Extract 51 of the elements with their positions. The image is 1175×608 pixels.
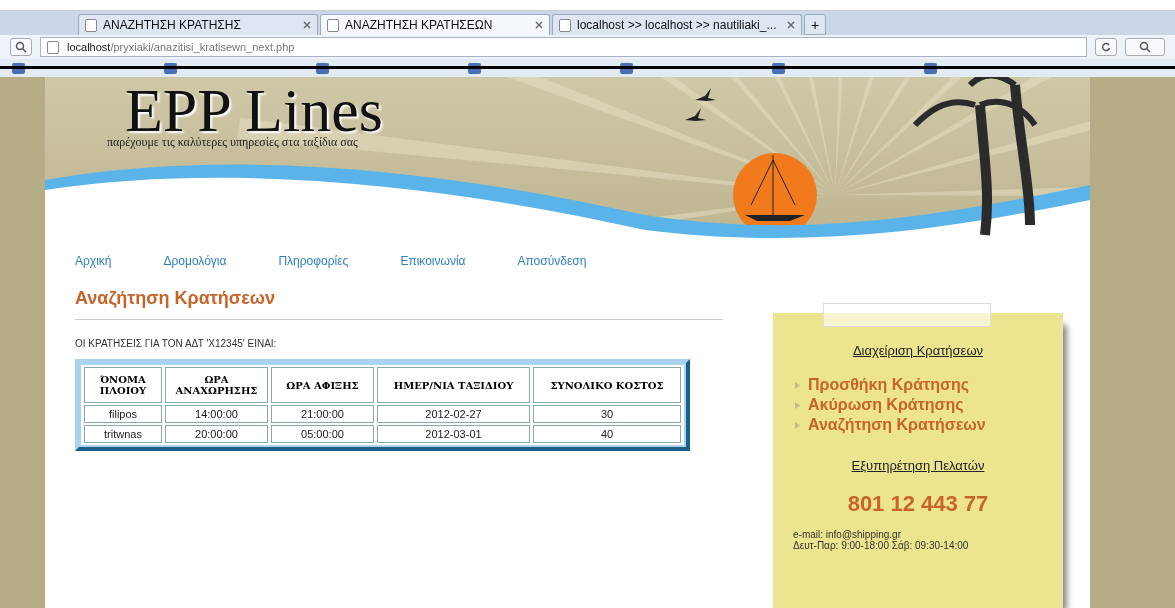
close-icon[interactable] [535,21,543,29]
table-cell: filipos [84,405,162,423]
table-cell: 21:00:00 [271,405,374,423]
hours-text: Δευτ-Παρ: 9:00-18:00 Σάβ: 09:30-14:00 [792,540,969,551]
support-heading: Εξυπηρέτηση Πελατών [851,458,985,473]
browser-tab[interactable]: ΑΝΑΖΗΤΗΣΗ ΚΡΑΤΗΣΗΣ [78,14,318,35]
search-engine-button[interactable] [1125,38,1165,56]
browser-tab[interactable]: localhost >> localhost >> nautiliaki_... [552,14,802,35]
nav-link[interactable]: Επικοινωνία [400,254,466,269]
page-title: Αναζήτηση Κρατήσεων [75,288,723,320]
bullet-icon [795,401,800,409]
table-cell: 40 [533,425,681,443]
search-icon [15,41,27,53]
table-cell: 2012-02-27 [377,405,530,423]
sidebar-link[interactable]: Αναζήτηση Κρατήσεων [808,416,986,434]
table-cell: 30 [533,405,681,423]
close-icon[interactable] [787,21,795,29]
address-field[interactable]: localhost/pryxiaki/anazitisi_kratisewn_next.php [40,37,1087,57]
nav-link[interactable]: Πληροφορίες [278,254,349,269]
search-icon [1139,41,1151,53]
results-intro: ΟΙ ΚΡΑΤΗΣΕΙΣ ΓΙΑ ΤΟΝ ΑΔΤ 'Χ12345' ΕΙΝΑΙ: [75,338,278,349]
page-icon [85,18,97,32]
bullet-icon [795,381,800,389]
table-cell: 14:00:00 [165,405,268,423]
page-icon [559,18,571,32]
nav-link[interactable]: Δρομολόγια [163,254,227,269]
table-cell: tritwnas [84,425,162,443]
column-header: ΗΜΕΡ/ΝΙΑ ΤΑΞΙΔΙΟΥ [377,367,530,403]
search-button[interactable] [10,38,32,56]
column-header: ΩΡΑ ΑΝΑΧΩΡΗΣΗΣ [165,367,268,403]
table-cell: 2012-03-01 [377,425,530,443]
bullet-icon [795,421,800,429]
column-header: ΩΡΑ ΑΦΙΞΗΣ [271,367,374,403]
sidebar-link[interactable]: Προσθήκη Κράτησης [808,376,969,394]
reload-icon [1101,42,1111,52]
sidebar-heading: Διαχείριση Κρατήσεων [852,343,984,358]
browser-tab[interactable]: ΑΝΑΖΗΤΗΣΗ ΚΡΑΤΗΣΕΩΝ [320,14,550,35]
nav-link[interactable]: Αποσύνδεση [517,254,587,269]
page-icon [327,18,339,32]
column-header: ΌΝΟΜΑ ΠΛΟΙΟΥ [84,367,162,403]
column-header: ΣΥΝΟΛΙΚΟ ΚΟΣΤΟΣ [533,367,681,403]
sidebar-link[interactable]: Ακύρωση Κράτησης [808,396,964,414]
table-cell: 20:00:00 [165,425,268,443]
site-tagline: παρέχουμε τις καλύτερες υπηρεσίες στα ταξίδια σας [107,135,358,150]
table-cell: 05:00:00 [271,425,374,443]
reload-button[interactable] [1095,38,1117,56]
new-tab-button[interactable]: + [804,14,827,35]
nav-link[interactable]: Αρχική [75,254,112,269]
email-text: e-mail: info@shipping.gr [792,529,901,540]
phone-number: 801 12 443 77 [847,491,989,517]
close-icon[interactable] [303,21,311,29]
